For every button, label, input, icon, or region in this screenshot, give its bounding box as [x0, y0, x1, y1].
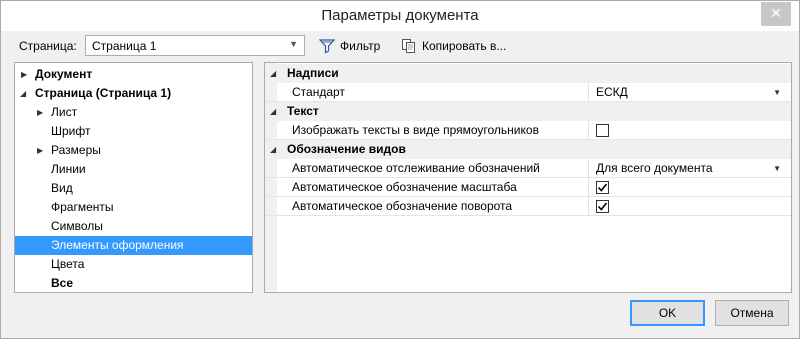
- expand-arrow-icon[interactable]: ▶: [21, 65, 27, 84]
- tree-item-lines[interactable]: Линии: [15, 160, 252, 179]
- tree-item-font[interactable]: Шрифт: [15, 122, 252, 141]
- column-divider: [588, 197, 589, 216]
- copy-label: Копировать в...: [422, 39, 507, 53]
- auto-track-dropdown-value[interactable]: Для всего документа: [596, 159, 713, 178]
- property-row-auto-scale[interactable]: Автоматическое обозначение масштаба: [265, 178, 791, 197]
- filter-label: Фильтр: [340, 39, 381, 53]
- tree-item-view[interactable]: Вид: [15, 179, 252, 198]
- cancel-button[interactable]: Отмена: [715, 300, 789, 326]
- property-name: Автоматическое обозначение масштаба: [292, 180, 517, 194]
- tree-item-label: Линии: [51, 162, 86, 176]
- chevron-down-icon: ▼: [289, 39, 298, 49]
- chevron-down-icon[interactable]: ▼: [773, 83, 781, 102]
- tree-item-colors[interactable]: Цвета: [15, 255, 252, 274]
- standard-dropdown-value[interactable]: ЕСКД: [596, 83, 628, 102]
- column-divider: [588, 178, 589, 197]
- property-row-auto-rotate[interactable]: Автоматическое обозначение поворота: [265, 197, 791, 216]
- column-divider: [588, 121, 589, 140]
- collapse-arrow-icon[interactable]: ◢: [20, 84, 26, 103]
- filter-icon: [319, 38, 335, 54]
- property-row-auto-track[interactable]: Автоматическое отслеживание обозначений …: [265, 159, 791, 178]
- tree-item-document[interactable]: ▶ Документ: [15, 65, 252, 84]
- chevron-down-icon[interactable]: ▼: [773, 159, 781, 178]
- property-name: Автоматическое обозначение поворота: [292, 199, 513, 213]
- collapse-arrow-icon[interactable]: ◢: [270, 102, 276, 121]
- column-divider: [588, 159, 589, 178]
- tree-item-dimensions[interactable]: ▶ Размеры: [15, 141, 252, 160]
- tree-item-label: Все: [51, 276, 74, 290]
- tree-item-sheet[interactable]: ▶ Лист: [15, 103, 252, 122]
- title-bar: Параметры документа ✕: [1, 1, 799, 31]
- close-icon: ✕: [770, 5, 782, 21]
- close-button[interactable]: ✕: [761, 2, 791, 26]
- category-text[interactable]: ◢ Текст: [265, 102, 791, 121]
- property-name: Стандарт: [292, 85, 345, 99]
- tree-item-label: Страница (Страница 1): [35, 86, 172, 100]
- property-name: Автоматическое отслеживание обозначений: [292, 161, 540, 175]
- ok-button[interactable]: OK: [630, 300, 705, 326]
- copy-icon: [401, 38, 417, 54]
- filter-button[interactable]: Фильтр: [319, 36, 380, 56]
- tree-item-design-elements[interactable]: Элементы оформления: [15, 236, 252, 255]
- tree-item-label: Вид: [51, 181, 73, 195]
- tree-item-label: Фрагменты: [51, 200, 114, 214]
- page-select[interactable]: Страница 1 ▼: [85, 35, 305, 56]
- expand-arrow-icon[interactable]: ▶: [37, 141, 43, 160]
- property-grid: ◢ Надписи Стандарт ЕСКД ▼ ◢ Текст Изобра…: [264, 62, 792, 293]
- expand-arrow-icon[interactable]: ▶: [37, 103, 43, 122]
- collapse-arrow-icon[interactable]: ◢: [270, 64, 276, 83]
- category-label: Надписи: [287, 66, 339, 80]
- collapse-arrow-icon[interactable]: ◢: [270, 140, 276, 159]
- property-row-text-rect[interactable]: Изображать тексты в виде прямоугольников: [265, 121, 791, 140]
- column-divider: [588, 83, 589, 102]
- tree-item-label: Цвета: [51, 257, 85, 271]
- category-label: Обозначение видов: [287, 142, 406, 156]
- auto-scale-checkbox[interactable]: [596, 181, 609, 194]
- page-select-value: Страница 1: [92, 39, 157, 53]
- checkmark-icon: [597, 183, 608, 192]
- tree-item-label: Лист: [51, 105, 78, 119]
- tree-item-label: Документ: [35, 67, 93, 81]
- page-label: Страница:: [19, 39, 77, 53]
- category-inscriptions[interactable]: ◢ Надписи: [265, 64, 791, 83]
- copy-to-button[interactable]: Копировать в...: [401, 36, 506, 56]
- tree-item-label: Размеры: [51, 143, 101, 157]
- tree-item-fragments[interactable]: Фрагменты: [15, 198, 252, 217]
- tree-item-label: Символы: [51, 219, 103, 233]
- settings-tree: ▶ Документ ◢ Страница (Страница 1) ▶ Лис…: [14, 62, 253, 293]
- toolbar: Страница: Страница 1 ▼ Фильтр Копировать…: [1, 31, 799, 61]
- text-rect-checkbox[interactable]: [596, 124, 609, 137]
- tree-item-page[interactable]: ◢ Страница (Страница 1): [15, 84, 252, 103]
- property-name: Изображать тексты в виде прямоугольников: [292, 123, 539, 137]
- checkmark-icon: [597, 202, 608, 211]
- tree-item-symbols[interactable]: Символы: [15, 217, 252, 236]
- document-parameters-dialog: Параметры документа ✕ Страница: Страница…: [0, 0, 800, 339]
- tree-item-label: Элементы оформления: [51, 238, 184, 252]
- auto-rotate-checkbox[interactable]: [596, 200, 609, 213]
- window-title: Параметры документа: [321, 7, 479, 24]
- category-label: Текст: [287, 104, 319, 118]
- property-row-standard[interactable]: Стандарт ЕСКД ▼: [265, 83, 791, 102]
- category-view-designation[interactable]: ◢ Обозначение видов: [265, 140, 791, 159]
- tree-item-label: Шрифт: [51, 124, 91, 138]
- tree-item-all[interactable]: Все: [15, 274, 252, 293]
